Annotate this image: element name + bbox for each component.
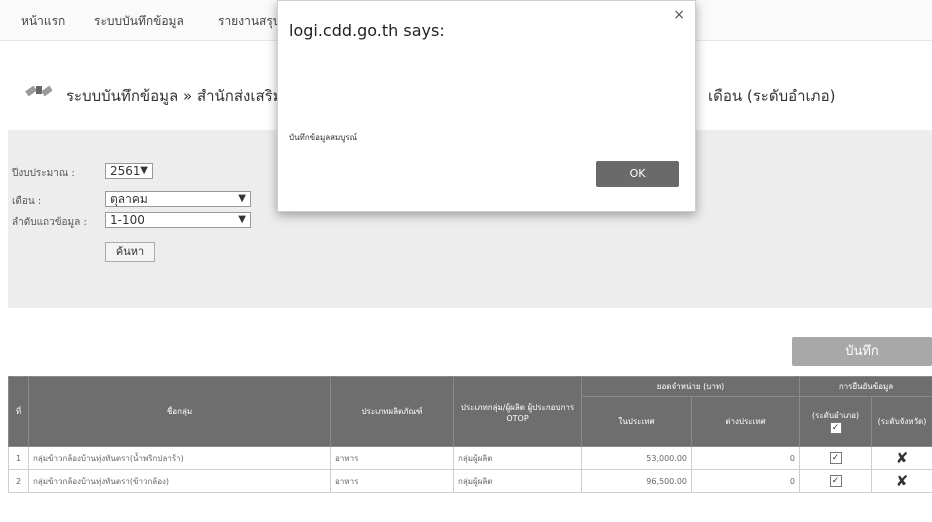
chevron-down-icon: ▼: [238, 193, 246, 204]
save-button[interactable]: บันทึก: [792, 337, 932, 366]
col-confirm-province: (ระดับจังหวัด): [871, 396, 932, 447]
row-producer-type: กลุ่มผู้ผลิต: [453, 446, 582, 470]
search-button[interactable]: ค้นหา: [105, 242, 155, 262]
col-confirm-district: (ระดับอำเภอ) ✓: [799, 396, 873, 447]
col-sales-domestic: ในประเทศ: [581, 396, 692, 447]
row-confirm-checkbox[interactable]: ✓: [799, 469, 873, 493]
row-confirm-checkbox[interactable]: ✓: [799, 446, 873, 470]
row-sales-foreign: 0: [690, 446, 801, 470]
col-sales-foreign: ต่างประเทศ: [690, 396, 801, 447]
table-row: 2 กลุ่มข้าวกล้องบ้านทุ่งทันตรา(ข้าวกล้อง…: [8, 469, 932, 493]
close-icon[interactable]: ×: [673, 7, 685, 23]
checkbox-checked-icon: ✓: [829, 475, 842, 487]
month-select[interactable]: ตุลาคม ▼: [105, 191, 251, 207]
year-select[interactable]: 2561 ▼: [105, 163, 153, 179]
select-all-checkbox[interactable]: ✓: [802, 422, 869, 434]
row-no: 1: [8, 446, 29, 470]
nav-data-entry[interactable]: ระบบบันทึกข้อมูล: [94, 12, 184, 31]
col-no: ที่: [8, 376, 29, 447]
nav-reports[interactable]: รายงานสรุป: [218, 12, 280, 31]
nav-home[interactable]: หน้าแรก: [21, 12, 65, 31]
row-product-type: อาหาร: [330, 469, 454, 493]
ok-button[interactable]: OK: [596, 161, 679, 187]
checkbox-checked-icon: ✓: [829, 452, 842, 464]
row-sales-foreign: 0: [690, 469, 801, 493]
alert-dialog: logi.cdd.go.th says: × บันทึกข้อมูลสมบูร…: [277, 0, 696, 212]
year-label: ปีงบประมาณ :: [12, 168, 75, 179]
dialog-message: บันทึกข้อมูลสมบูรณ์: [289, 133, 358, 142]
col-producer-type: ประเภทกลุ่ม/ผู้ผลิต ผู้ประกอบการ OTOP: [453, 376, 582, 447]
x-mark-icon: ✘: [895, 472, 909, 490]
row-province-status: ✘: [871, 446, 932, 470]
dialog-title: logi.cdd.go.th says:: [289, 21, 445, 40]
row-group-name: กลุ่มข้าวกล้องบ้านทุ่งทันตรา(น้ำพริกปลาร…: [28, 446, 331, 470]
data-table: ที่ ชื่อกลุ่ม ประเภทผลิตภัณฑ์ ประเภทกลุ่…: [8, 376, 932, 493]
x-mark-icon: ✘: [895, 449, 909, 467]
page-title-suffix: เดือน (ระดับอำเภอ): [708, 87, 836, 105]
row-no: 2: [8, 469, 29, 493]
chevron-down-icon: ▼: [238, 214, 246, 225]
row-sales-domestic: 96,500.00: [581, 469, 692, 493]
col-sales: ยอดจำหน่าย (บาท): [580, 376, 801, 397]
col-group: ชื่อกลุ่ม: [28, 376, 331, 447]
col-confirm: การยืนยันข้อมูล: [799, 376, 932, 397]
chevron-down-icon: ▼: [140, 165, 148, 176]
col-confirm-district-label: (ระดับอำเภอ): [811, 411, 860, 420]
order-select[interactable]: 1-100 ▼: [105, 212, 251, 228]
row-product-type: อาหาร: [330, 446, 454, 470]
row-sales-domestic: 53,000.00: [581, 446, 692, 470]
row-group-name: กลุ่มข้าวกล้องบ้านทุ่งทันตรา(ข้าวกล้อง): [28, 469, 331, 493]
order-label: ลำดับแถวข้อมูล :: [12, 217, 87, 228]
satellite-icon: [25, 85, 52, 97]
row-province-status: ✘: [871, 469, 932, 493]
row-producer-type: กลุ่มผู้ผลิต: [453, 469, 582, 493]
month-label: เดือน :: [12, 196, 42, 207]
page-title: ระบบบันทึกข้อมูล » สำนักส่งเสริม: [66, 87, 283, 105]
table-row: 1 กลุ่มข้าวกล้องบ้านทุ่งทันตรา(น้ำพริกปล…: [8, 446, 932, 470]
col-product-type: ประเภทผลิตภัณฑ์: [330, 376, 454, 447]
